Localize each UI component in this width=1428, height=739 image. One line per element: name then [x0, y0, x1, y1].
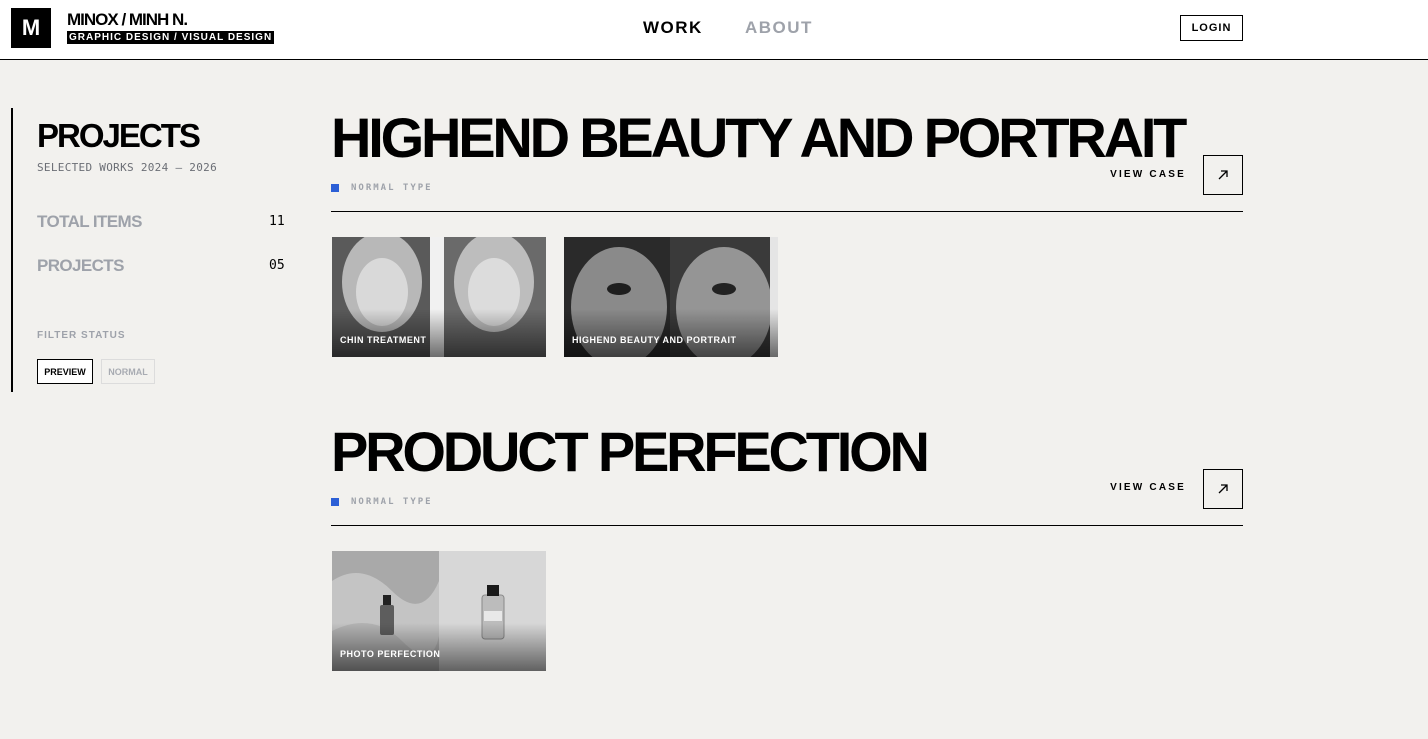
filter-preview-button[interactable]: PREVIEW [37, 359, 93, 384]
stat-total-items-label: TOTAL ITEMS [37, 212, 142, 231]
caption-gradient [332, 309, 546, 357]
brand-tagline: GRAPHIC DESIGN / VISUAL DESIGN [67, 31, 275, 44]
stat-projects-label: PROJECTS [37, 256, 124, 275]
caption-gradient [564, 309, 778, 357]
arrow-up-right-icon [1218, 484, 1228, 494]
caption-gradient [332, 623, 546, 671]
view-case-button[interactable] [1203, 155, 1243, 195]
project-title[interactable]: HIGHEND BEAUTY AND PORTRAIT [331, 108, 1187, 168]
projects-sidebar: PROJECTS SELECTED WORKS 2024 — 2026 TOTA… [11, 108, 301, 392]
logo-mark[interactable]: M [11, 8, 51, 48]
project-section: HIGHEND BEAUTY AND PORTRAIT NORMAL TYPE … [331, 108, 1243, 358]
nav-work-link[interactable]: WORK [643, 18, 703, 38]
login-button[interactable]: LOGIN [1180, 15, 1243, 41]
site-header: M MINOX / MINH N. GRAPHIC DESIGN / VISUA… [0, 0, 1428, 60]
project-type-label: NORMAL TYPE [351, 497, 433, 507]
project-item-caption: HIGHEND BEAUTY AND PORTRAIT [572, 335, 737, 345]
stat-total-items-value: 11 [269, 214, 285, 229]
sidebar-subtitle: SELECTED WORKS 2024 — 2026 [37, 161, 217, 174]
type-indicator-dot [331, 498, 339, 506]
project-item-caption: CHIN TREATMENT [340, 335, 427, 345]
project-title[interactable]: PRODUCT PERFECTION [331, 422, 930, 482]
view-case-button[interactable] [1203, 469, 1243, 509]
arrow-up-right-icon [1218, 170, 1228, 180]
project-item-card[interactable]: PHOTO PERFECTION [332, 551, 546, 671]
sidebar-title: PROJECTS [37, 117, 201, 154]
project-section: PRODUCT PERFECTION NORMAL TYPE VIEW CASE… [331, 422, 1243, 672]
project-item-caption: PHOTO PERFECTION [340, 649, 441, 659]
filter-status-label: FILTER STATUS [37, 330, 126, 341]
view-case-link[interactable]: VIEW CASE [1110, 169, 1186, 180]
type-indicator-dot [331, 184, 339, 192]
project-type: NORMAL TYPE [331, 497, 433, 507]
section-divider [331, 211, 1243, 212]
stat-projects-value: 05 [269, 258, 285, 273]
filter-normal-button[interactable]: NORMAL [101, 359, 155, 384]
nav-about-link[interactable]: ABOUT [745, 18, 813, 38]
project-item-card[interactable]: HIGHEND BEAUTY AND PORTRAIT [564, 237, 778, 357]
project-item-card[interactable]: CHIN TREATMENT [332, 237, 546, 357]
view-case-link[interactable]: VIEW CASE [1110, 482, 1186, 493]
brand-name[interactable]: MINOX / MINH N. [67, 11, 188, 29]
project-type-label: NORMAL TYPE [351, 183, 433, 193]
project-type: NORMAL TYPE [331, 183, 433, 193]
section-divider [331, 525, 1243, 526]
